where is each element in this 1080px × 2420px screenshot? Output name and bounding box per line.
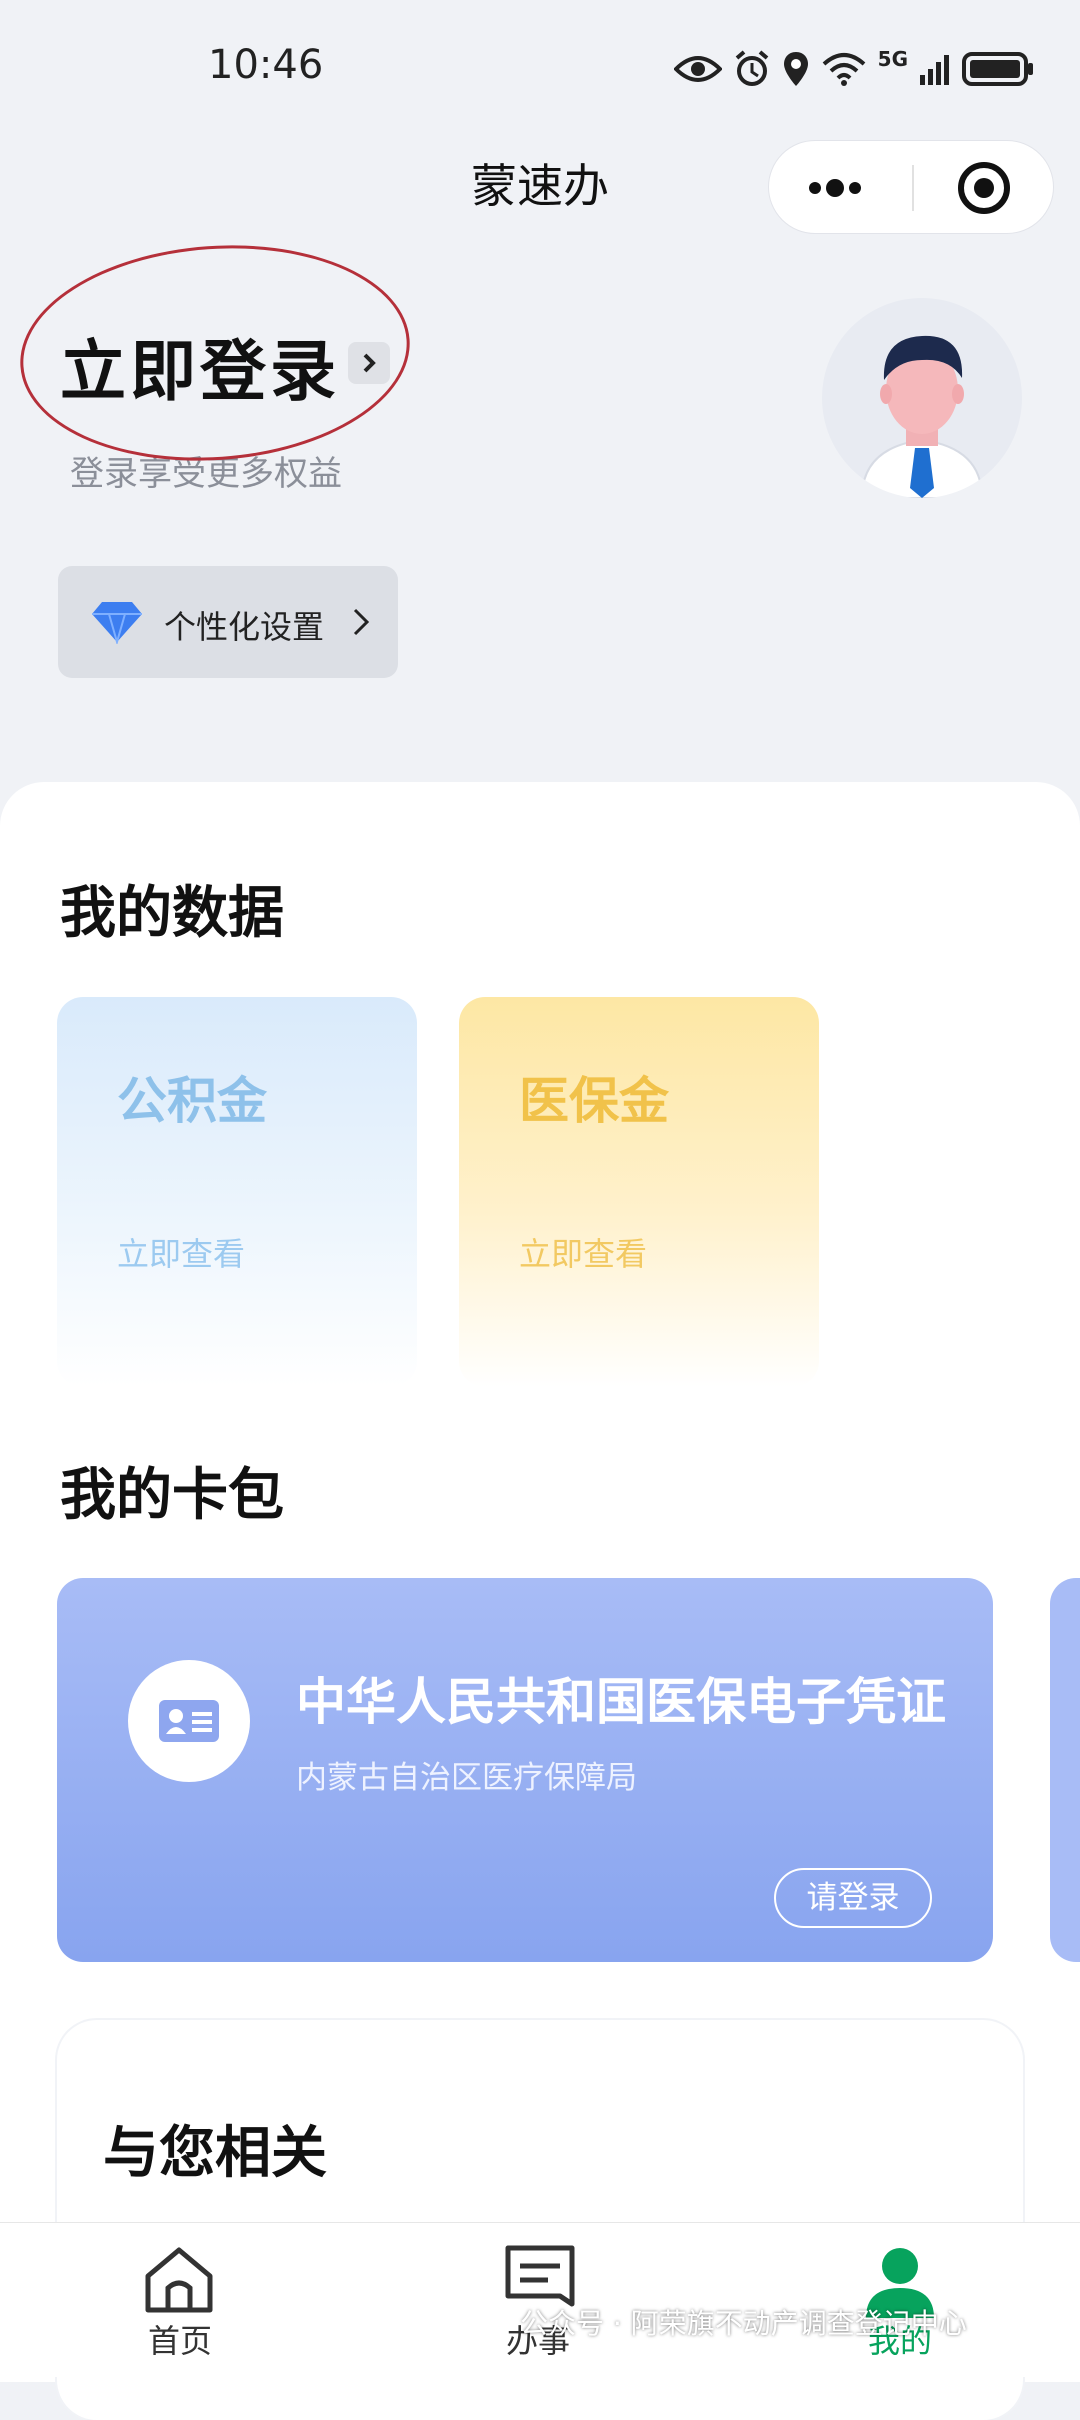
wifi-icon xyxy=(822,53,865,86)
medical-insurance-view-link[interactable]: 立即查看 xyxy=(519,1229,647,1275)
voucher-issuer: 内蒙古自治区医疗保障局 xyxy=(296,1760,637,1796)
personal-settings-label: 个性化设置 xyxy=(164,608,325,646)
housing-fund-title: 公积金 xyxy=(117,1072,267,1130)
home-icon xyxy=(145,2247,213,2313)
id-card-icon xyxy=(159,1700,219,1742)
related-title: 与您相关 xyxy=(103,2121,327,2186)
alarm-icon xyxy=(735,50,768,86)
status-icons: 5G xyxy=(673,46,1034,92)
next-card-peek[interactable] xyxy=(1050,1578,1080,1962)
close-button[interactable] xyxy=(914,141,1054,235)
avatar[interactable] xyxy=(822,298,1022,498)
network-type: 5G xyxy=(877,47,908,71)
voucher-title: 中华人民共和国医保电子凭证 xyxy=(296,1673,946,1731)
housing-fund-card[interactable]: 公积金 立即查看 xyxy=(57,997,417,1387)
chevron-right-icon xyxy=(353,608,370,636)
housing-fund-view-link[interactable]: 立即查看 xyxy=(117,1229,245,1275)
diamond-icon xyxy=(92,602,142,644)
my-wallet-title: 我的卡包 xyxy=(60,1463,284,1528)
battery-icon xyxy=(962,52,1033,86)
signal-icon xyxy=(920,55,949,85)
voucher-login-button[interactable]: 请登录 xyxy=(774,1868,932,1928)
target-close-icon xyxy=(958,162,1010,214)
more-dots-icon xyxy=(809,179,861,197)
medical-insurance-title: 医保金 xyxy=(519,1072,669,1130)
id-card-icon-wrap xyxy=(128,1660,250,1782)
my-data-title: 我的数据 xyxy=(60,881,284,946)
status-time: 10:46 xyxy=(208,42,324,88)
watermark-text: 公众号 · 阿荣旗不动产调查登记中心 xyxy=(520,2307,967,2340)
tab-home-label: 首页 xyxy=(148,2322,213,2360)
user-avatar-icon xyxy=(860,335,984,498)
medical-insurance-card[interactable]: 医保金 立即查看 xyxy=(459,997,819,1387)
annotation-circle xyxy=(13,232,417,474)
more-button[interactable] xyxy=(769,141,912,235)
location-icon xyxy=(783,52,808,86)
eye-icon xyxy=(673,56,722,82)
miniprogram-capsule xyxy=(768,140,1054,234)
